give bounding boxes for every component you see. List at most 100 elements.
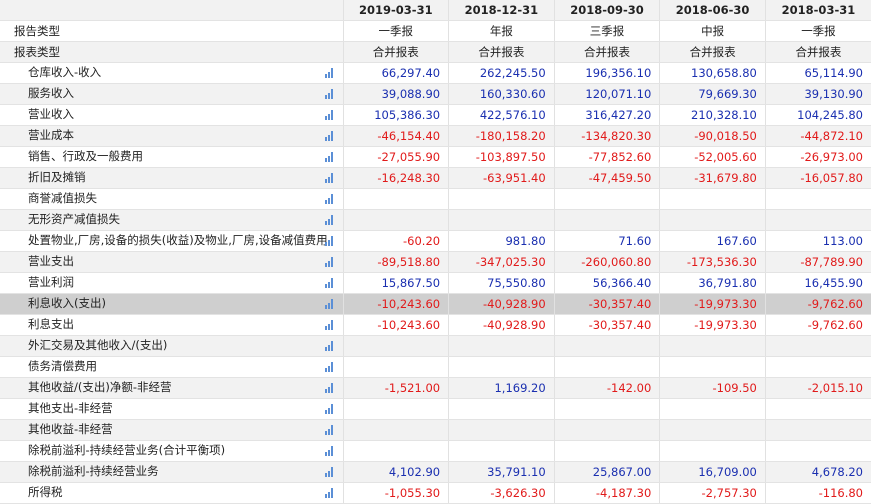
value-cell — [553, 209, 660, 231]
table-row[interactable]: 服务收入 39,088.90 160,330.60 120,071.10 79,669.… — [0, 83, 871, 105]
value-cell — [342, 335, 449, 357]
table-row[interactable]: 所得税 -1,055.30 -3,626.30 -4,187.30 -2,757.30-… — [0, 482, 871, 504]
bar-chart-icon[interactable] — [324, 320, 335, 330]
value-cell — [553, 356, 660, 378]
period-date-header[interactable]: 2019-03-31 — [342, 0, 449, 21]
bar-chart-icon[interactable] — [324, 341, 335, 351]
table-row[interactable]: 外汇交易及其他收入/(支出) — [0, 335, 871, 357]
table-row[interactable]: 销售、行政及一般费用 -27,055.90 -103,897.50 -77,852.6… — [0, 146, 871, 168]
row-label: 其他收益/(支出)净额-非经营 — [28, 379, 172, 394]
row-label: 除税前溢利-持续经营业务 — [28, 463, 159, 478]
value-cell — [448, 356, 555, 378]
table-row[interactable]: 其他收益-非经营 — [0, 419, 871, 441]
row-label-cell: 服务收入 — [0, 83, 343, 105]
value-cell: -44,872.10 — [764, 125, 871, 147]
bar-chart-icon[interactable] — [324, 299, 335, 309]
bar-chart-icon[interactable] — [324, 68, 335, 78]
table-row[interactable]: 仓库收入-收入 66,297.40 262,245.50 196,356.10 130,… — [0, 62, 871, 84]
bar-chart-icon[interactable] — [324, 257, 335, 267]
table-row[interactable]: 其他支出-非经营 — [0, 398, 871, 420]
bar-chart-icon[interactable] — [324, 446, 335, 456]
row-label-cell: 销售、行政及一般费用 — [0, 146, 343, 168]
value-cell: -4,187.30 — [553, 482, 660, 504]
value-cell: 160,330.60 — [448, 83, 555, 105]
period-date-header[interactable]: 2018-03-31 — [764, 0, 871, 21]
report-type-cell: 一季报 — [342, 20, 449, 42]
statement-type-row: 报表类型 合并报表 合并报表 合并报表 合并报表 合并报表 — [0, 41, 871, 63]
value-cell — [448, 440, 555, 462]
row-label-cell: 营业支出 — [0, 251, 343, 273]
bar-chart-icon[interactable] — [324, 131, 335, 141]
table-row[interactable]: 营业收入 105,386.30 422,576.10 316,427.20 210,32… — [0, 104, 871, 126]
row-label-cell: 其他收益-非经营 — [0, 419, 343, 441]
table-row[interactable]: 债务清偿费用 — [0, 356, 871, 378]
row-label-cell: 除税前溢利-持续经营业务 — [0, 461, 343, 483]
value-cell: 1,169.20 — [448, 377, 555, 399]
value-cell: -46,154.40 — [342, 125, 449, 147]
table-row[interactable]: 利息支出 -10,243.60 -40,928.90 -30,357.40 -19,97… — [0, 314, 871, 336]
value-cell: 56,366.40 — [553, 272, 660, 294]
period-date-header[interactable]: 2018-12-31 — [448, 0, 555, 21]
bar-chart-icon[interactable] — [324, 404, 335, 414]
bar-chart-icon[interactable] — [324, 215, 335, 225]
value-cell: 4,678.20 — [764, 461, 871, 483]
table-row[interactable]: 商誉减值损失 — [0, 188, 871, 210]
bar-chart-icon[interactable] — [324, 383, 335, 393]
row-label-cell: 营业成本 — [0, 125, 343, 147]
value-cell: -142.00 — [553, 377, 660, 399]
row-label-cell: 其他收益/(支出)净额-非经营 — [0, 377, 343, 399]
value-cell: -3,626.30 — [448, 482, 555, 504]
value-cell: -9,762.60 — [764, 314, 871, 336]
table-row[interactable]: 除税前溢利-持续经营业务 4,102.90 35,791.10 25,867.00 16… — [0, 461, 871, 483]
table-row[interactable]: 无形资产减值损失 — [0, 209, 871, 231]
value-cell: 65,114.90 — [764, 62, 871, 84]
bar-chart-icon[interactable] — [324, 425, 335, 435]
value-cell: 113.00 — [764, 230, 871, 252]
value-cell: 105,386.30 — [342, 104, 449, 126]
row-label-cell: 债务清偿费用 — [0, 356, 343, 378]
table-row[interactable]: 处置物业,厂房,设备的损失(收益)及物业,厂房,设备减值费用 -60.20 981.… — [0, 230, 871, 252]
value-cell — [764, 209, 871, 231]
row-label-cell: 处置物业,厂房,设备的损失(收益)及物业,厂房,设备减值费用 — [0, 230, 343, 252]
value-cell: -87,789.90 — [764, 251, 871, 273]
value-cell: -347,025.30 — [448, 251, 555, 273]
bar-chart-icon[interactable] — [324, 236, 335, 246]
value-cell: -260,060.80 — [553, 251, 660, 273]
bar-chart-icon[interactable] — [324, 278, 335, 288]
bar-chart-icon[interactable] — [324, 467, 335, 477]
period-date-header[interactable]: 2018-09-30 — [553, 0, 660, 21]
row-label-cell: 外汇交易及其他收入/(支出) — [0, 335, 343, 357]
value-cell — [342, 356, 449, 378]
value-cell: -19,973.30 — [659, 293, 766, 315]
value-cell: -52,005.60 — [659, 146, 766, 168]
value-cell: -1,055.30 — [342, 482, 449, 504]
value-cell: -10,243.60 — [342, 314, 449, 336]
bar-chart-icon[interactable] — [324, 110, 335, 120]
row-label: 营业支出 — [28, 253, 74, 268]
value-cell: -60.20 — [342, 230, 449, 252]
bar-chart-icon[interactable] — [324, 488, 335, 498]
table-row[interactable]: 除税前溢利-持续经营业务(合计平衡项) — [0, 440, 871, 462]
row-label-cell: 无形资产减值损失 — [0, 209, 343, 231]
table-row[interactable]: 营业成本 -46,154.40 -180,158.20 -134,820.30 -90,… — [0, 125, 871, 147]
value-cell: -63,951.40 — [448, 167, 555, 189]
value-cell: 25,867.00 — [553, 461, 660, 483]
value-cell — [342, 440, 449, 462]
table-row[interactable]: 营业利润 15,867.50 75,550.80 56,366.40 36,791.80… — [0, 272, 871, 294]
table-row[interactable]: 营业支出 -89,518.80 -347,025.30 -260,060.80 -173… — [0, 251, 871, 273]
table-row[interactable]: 利息收入(支出) -10,243.60 -40,928.90 -30,357.40 -1… — [0, 293, 871, 315]
value-cell — [553, 188, 660, 210]
table-row[interactable]: 其他收益/(支出)净额-非经营 -1,521.00 1,169.20 -142.00-… — [0, 377, 871, 399]
bar-chart-icon[interactable] — [324, 152, 335, 162]
value-cell: -9,762.60 — [764, 293, 871, 315]
value-cell: -116.80 — [764, 482, 871, 504]
value-cell — [659, 188, 766, 210]
bar-chart-icon[interactable] — [324, 173, 335, 183]
period-date-header[interactable]: 2018-06-30 — [659, 0, 766, 21]
bar-chart-icon[interactable] — [324, 194, 335, 204]
row-label-cell: 除税前溢利-持续经营业务(合计平衡项) — [0, 440, 343, 462]
bar-chart-icon[interactable] — [324, 362, 335, 372]
table-row[interactable]: 折旧及摊销 -16,248.30 -63,951.40 -47,459.50 -31,6… — [0, 167, 871, 189]
bar-chart-icon[interactable] — [324, 89, 335, 99]
value-cell — [553, 398, 660, 420]
